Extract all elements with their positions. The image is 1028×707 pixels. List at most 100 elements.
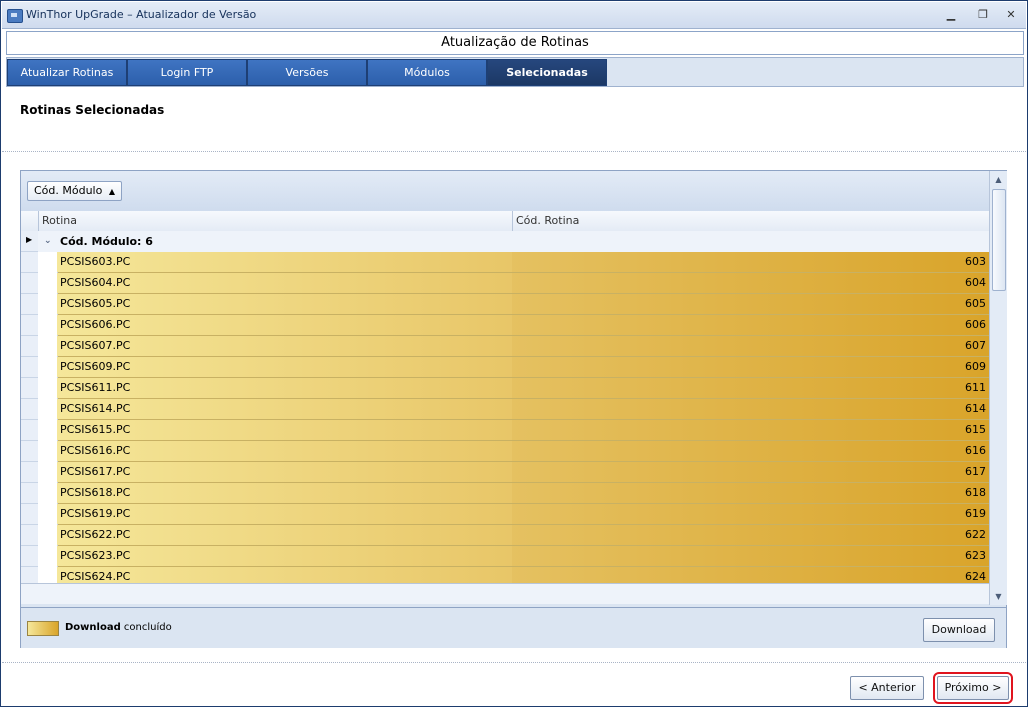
row-indicator[interactable] [21,441,38,462]
cell-cod-rotina[interactable]: 614 [512,399,989,419]
routines-grid: Cód. Módulo ▲ Rotina Cód. Rotina ▶ ⌄ Cód… [20,170,1007,648]
row-indicator-column: ▶ [21,231,39,588]
cell-rotina[interactable]: PCSIS614.PC [57,399,516,419]
group-chip-cod-modulo[interactable]: Cód. Módulo ▲ [27,181,123,201]
table-row[interactable]: PCSIS618.PC 618 [38,483,989,504]
cell-cod-rotina[interactable]: 624 [512,567,989,583]
table-row[interactable]: PCSIS616.PC 616 [38,441,989,462]
cell-rotina[interactable]: PCSIS624.PC [57,567,516,583]
cell-rotina[interactable]: PCSIS622.PC [57,525,516,545]
restore-icon[interactable]: ❐ [973,6,993,24]
row-indicator[interactable] [21,378,38,399]
cell-cod-rotina[interactable]: 619 [512,504,989,524]
grid-legend-bar: Download concluído Download [21,607,1006,648]
row-indicator[interactable] [21,420,38,441]
cell-rotina[interactable]: PCSIS611.PC [57,378,516,398]
table-row[interactable]: PCSIS622.PC 622 [38,525,989,546]
cell-cod-rotina[interactable]: 606 [512,315,989,335]
cell-rotina[interactable]: PCSIS605.PC [57,294,516,314]
row-indent [38,462,58,483]
row-indent [38,504,58,525]
current-row-icon: ▶ [26,235,33,244]
divider [2,151,1026,152]
row-indicator[interactable]: ▶ [21,231,38,252]
table-row[interactable]: PCSIS603.PC 603 [38,252,989,273]
scroll-thumb[interactable] [992,189,1006,291]
tab-versoes[interactable]: Versões [247,59,367,86]
cell-cod-rotina[interactable]: 623 [512,546,989,566]
cell-cod-rotina[interactable]: 622 [512,525,989,545]
cell-cod-rotina[interactable]: 618 [512,483,989,503]
chevron-down-icon[interactable]: ⌄ [44,231,52,252]
cell-rotina[interactable]: PCSIS603.PC [57,252,516,272]
table-row[interactable]: PCSIS617.PC 617 [38,462,989,483]
row-indicator[interactable] [21,315,38,336]
cell-rotina[interactable]: PCSIS623.PC [57,546,516,566]
row-indicator[interactable] [21,504,38,525]
table-row[interactable]: PCSIS604.PC 604 [38,273,989,294]
table-row[interactable]: PCSIS619.PC 619 [38,504,989,525]
previous-button[interactable]: < Anterior [850,676,924,700]
row-indicator[interactable] [21,252,38,273]
scroll-up-icon[interactable]: ▲ [990,172,1007,188]
cell-rotina[interactable]: PCSIS616.PC [57,441,516,461]
row-indicator[interactable] [21,483,38,504]
cell-rotina[interactable]: PCSIS619.PC [57,504,516,524]
cell-cod-rotina[interactable]: 603 [512,252,989,272]
cell-cod-rotina[interactable]: 607 [512,336,989,356]
row-indent [38,525,58,546]
row-indicator[interactable] [21,336,38,357]
row-indicator[interactable] [21,294,38,315]
cell-rotina[interactable]: PCSIS617.PC [57,462,516,482]
row-indicator[interactable] [21,357,38,378]
cell-rotina[interactable]: PCSIS618.PC [57,483,516,503]
close-icon[interactable]: ✕ [1001,6,1021,24]
group-row[interactable]: ⌄ Cód. Módulo: 6 [38,231,989,253]
row-indicator[interactable] [21,525,38,546]
column-header-rotina[interactable]: Rotina [38,211,512,231]
group-row-label: Cód. Módulo: 6 [60,235,153,248]
cell-rotina[interactable]: PCSIS607.PC [57,336,516,356]
row-indicator[interactable] [21,462,38,483]
table-row[interactable]: PCSIS624.PC 624 [38,567,989,583]
column-header-cod-rotina[interactable]: Cód. Rotina [512,211,990,231]
row-indent [38,315,58,336]
download-button[interactable]: Download [923,618,995,642]
next-button[interactable]: Próximo > [933,672,1013,704]
tab-login-ftp[interactable]: Login FTP [127,59,247,86]
table-row[interactable]: PCSIS615.PC 615 [38,420,989,441]
legend-text: Download concluído [65,622,172,633]
row-indicator[interactable] [21,273,38,294]
app-icon [7,9,23,23]
row-indent [38,252,58,273]
row-indicator[interactable] [21,399,38,420]
table-row[interactable]: PCSIS607.PC 607 [38,336,989,357]
cell-rotina[interactable]: PCSIS609.PC [57,357,516,377]
scroll-down-icon[interactable]: ▼ [990,589,1007,605]
tab-modulos[interactable]: Módulos [367,59,487,86]
cell-cod-rotina[interactable]: 604 [512,273,989,293]
vertical-scrollbar[interactable]: ▲ ▼ [989,171,1007,605]
row-indent [38,357,58,378]
cell-rotina[interactable]: PCSIS615.PC [57,420,516,440]
cell-cod-rotina[interactable]: 616 [512,441,989,461]
cell-cod-rotina[interactable]: 611 [512,378,989,398]
minimize-icon[interactable]: ▁ [941,6,961,24]
cell-rotina[interactable]: PCSIS604.PC [57,273,516,293]
tab-selecionadas[interactable]: Selecionadas [487,59,607,86]
cell-cod-rotina[interactable]: 605 [512,294,989,314]
table-row[interactable]: PCSIS611.PC 611 [38,378,989,399]
table-row[interactable]: PCSIS614.PC 614 [38,399,989,420]
cell-cod-rotina[interactable]: 609 [512,357,989,377]
cell-rotina[interactable]: PCSIS606.PC [57,315,516,335]
cell-cod-rotina[interactable]: 617 [512,462,989,482]
section-title: Rotinas Selecionadas [20,103,165,117]
table-row[interactable]: PCSIS605.PC 605 [38,294,989,315]
tab-atualizar-rotinas[interactable]: Atualizar Rotinas [7,59,127,86]
table-row[interactable]: PCSIS609.PC 609 [38,357,989,378]
table-row[interactable]: PCSIS623.PC 623 [38,546,989,567]
row-indicator[interactable] [21,546,38,567]
wizard-tabs: Atualizar Rotinas Login FTP Versões Módu… [6,57,1024,87]
table-row[interactable]: PCSIS606.PC 606 [38,315,989,336]
cell-cod-rotina[interactable]: 615 [512,420,989,440]
